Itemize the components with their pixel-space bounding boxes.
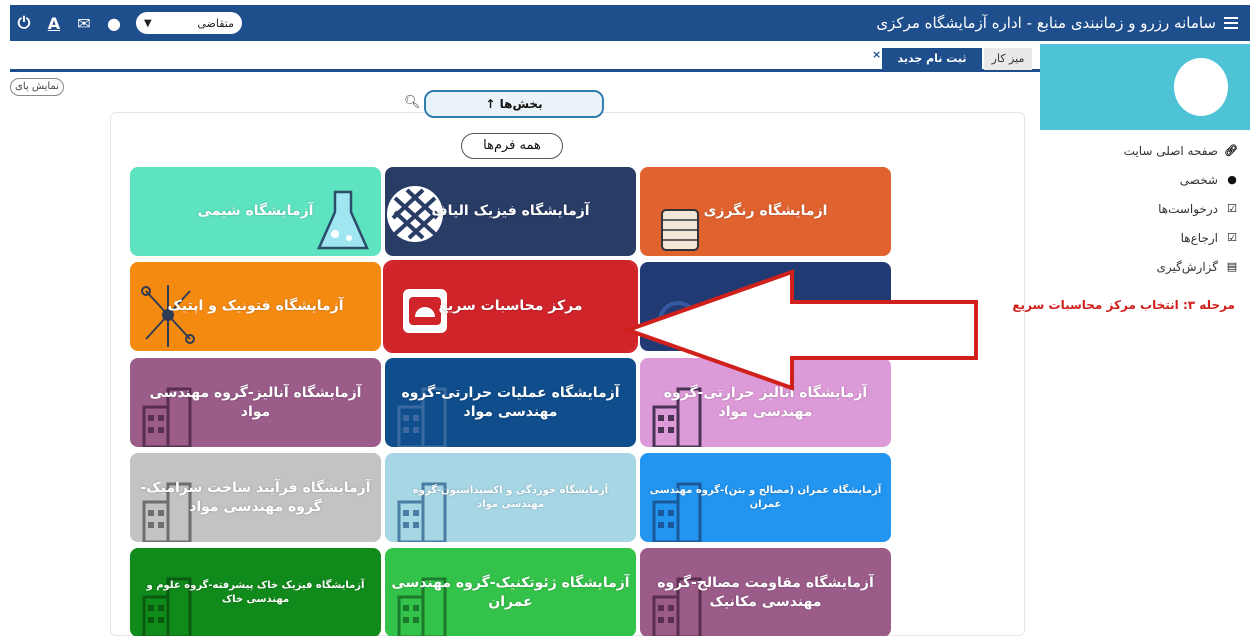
sections-button[interactable]: بخش‌ها ↑	[424, 90, 604, 118]
sidebar-item-referrals[interactable]: ☑ ارجاع‌ها	[1042, 223, 1242, 252]
app-title: سامانه رزرو و زمانبندی منابع - اداره آزم…	[876, 5, 1238, 41]
tile-label: آزمایشگاه فیزیک خاک پیشرفته-گروه علوم و …	[146, 580, 365, 605]
chevron-down-icon: ▼	[144, 17, 152, 29]
tile-label: آزمایشگاه شیمی	[197, 203, 314, 220]
tile-ceramics-lab[interactable]: آزمایشگاه فرآیند ساخت سرامیک-گروه مهندسی…	[130, 453, 381, 542]
tab-new-registration-label: ثبت نام جدید	[897, 52, 967, 65]
tile-corrosion-lab[interactable]: آزمایشگاه خوردگی و اکسیداسیون-گروه مهندس…	[385, 453, 636, 542]
sidebar-item-label: شخصی	[1179, 172, 1218, 187]
tile-chemistry-lab[interactable]: آزمایشگاه شیمی	[130, 167, 381, 256]
tab-desk[interactable]: میز کار	[984, 48, 1032, 70]
sidebar-item-personal[interactable]: ● شخصی	[1042, 165, 1242, 194]
flask-icon	[317, 190, 369, 250]
app-title-text: سامانه رزرو و زمانبندی منابع - اداره آزم…	[876, 14, 1216, 32]
tile-label: آزمایشگاه خوردگی و اکسیداسیون-گروه مهندس…	[412, 485, 609, 510]
sidebar-item-requests[interactable]: ☑ درخواست‌ها	[1042, 194, 1242, 223]
sidebar: 🔗︎ صفحه اصلی سایت ● شخصی ☑ درخواست‌ها ☑ …	[1040, 44, 1250, 636]
top-icons: ⏻ A ✉ ● متقاضی ▼	[16, 5, 242, 41]
tile-label: آزمایشگاه ژئوتکنیک-گروه مهندسی عمران	[391, 574, 630, 610]
sidebar-item-label: ارجاع‌ها	[1180, 230, 1218, 245]
check-icon: ☑	[1227, 231, 1237, 244]
sidebar-item-label: درخواست‌ها	[1158, 201, 1218, 216]
search-icon[interactable]: 🔍︎	[404, 95, 421, 110]
tile-soil-physics-lab[interactable]: آزمایشگاه فیزیک خاک پیشرفته-گروه علوم و …	[130, 548, 381, 636]
tile-civil-lab[interactable]: آزمایشگاه عمران (مصالح و بتن)-گروه مهندس…	[640, 453, 891, 542]
tile-label: آزمایشگاه عملیات حرارتی-گروه مهندسی مواد	[401, 384, 620, 420]
user-icon: ●	[1227, 173, 1237, 186]
tile-heat-treatment-lab[interactable]: آزمایشگاه عملیات حرارتی-گروه مهندسی مواد	[385, 358, 636, 447]
tab-new-registration[interactable]: ثبت نام جدید ×	[872, 48, 982, 70]
top-bar: ⏻ A ✉ ● متقاضی ▼ سامانه رزرو و زمانبندی …	[10, 5, 1250, 41]
user-icon[interactable]: ●	[106, 14, 122, 33]
app-window: ⏻ A ✉ ● متقاضی ▼ سامانه رزرو و زمانبندی …	[0, 0, 1250, 636]
link-icon: 🔗︎	[1224, 144, 1238, 157]
sidebar-item-label: صفحه اصلی سایت	[1123, 143, 1218, 158]
tile-label: مرکز محاسبات سریع	[438, 298, 583, 315]
power-icon[interactable]: ⏻	[16, 13, 32, 33]
sidebar-header	[1040, 44, 1250, 130]
tile-label: آزمایشگاه عمران (مصالح و بتن)-گروه مهندس…	[649, 485, 882, 510]
tile-label: آزمایشگاه فیزیک الیاف	[431, 203, 590, 220]
sidebar-item-label: گزارش‌گیری	[1156, 259, 1218, 274]
tile-fast-computing-center[interactable]: مرکز محاسبات سریع	[383, 260, 638, 353]
tile-geotechnics-lab[interactable]: آزمایشگاه ژئوتکنیک-گروه مهندسی عمران	[385, 548, 636, 636]
tile-label: ازمایشگاه رنگرزی	[703, 203, 828, 220]
tile-photonics-lab[interactable]: آزمایشگاه فتونیک و اپتیک	[130, 262, 381, 351]
tile-label: آزمایشگاه آنالیز-گروه مهندسی مواد	[149, 384, 362, 420]
tile-analysis-lab[interactable]: آزمایشگاه آنالیز-گروه مهندسی مواد	[130, 358, 381, 447]
tab-strip: میز کار ثبت نام جدید ×	[10, 44, 1040, 72]
tile-dyeing-lab[interactable]: ازمایشگاه رنگرزی	[640, 167, 891, 256]
sidebar-menu: 🔗︎ صفحه اصلی سایت ● شخصی ☑ درخواست‌ها ☑ …	[1042, 136, 1242, 281]
sidebar-item-home[interactable]: 🔗︎ صفحه اصلی سایت	[1042, 136, 1242, 165]
role-select-value: متقاضی	[197, 16, 234, 30]
spool-icon	[661, 209, 699, 251]
tile-strength-lab[interactable]: آزمایشگاه مقاومت مصالح-گروه مهندسی مکانی…	[640, 548, 891, 636]
step-annotation: مرحله ۳: انتخاب مرکز محاسبات سریع	[1012, 298, 1235, 312]
tab-desk-label: میز کار	[991, 52, 1025, 65]
show-button[interactable]: نمایش پای	[10, 78, 64, 96]
tile-label: آزمایشگاه فتونیک و اپتیک	[167, 298, 344, 315]
all-forms-button[interactable]: همه فرم‌ها	[461, 133, 563, 159]
role-select[interactable]: متقاضی ▼	[136, 12, 242, 34]
annotation-arrow	[622, 269, 978, 391]
check-icon: ☑	[1227, 202, 1237, 215]
tile-fiber-physics-lab[interactable]: آزمایشگاه فیزیک الیاف	[385, 167, 636, 256]
report-icon: ▤	[1226, 260, 1238, 273]
avatar	[1174, 58, 1228, 116]
menu-icon[interactable]	[1224, 17, 1238, 29]
tile-label: آزمایشگاه فرآیند ساخت سرامیک-گروه مهندسی…	[140, 479, 371, 515]
close-icon[interactable]: ×	[872, 44, 881, 66]
mail-icon[interactable]: ✉	[76, 14, 92, 33]
sidebar-item-reports[interactable]: ▤ گزارش‌گیری	[1042, 252, 1242, 281]
font-icon[interactable]: A	[46, 14, 62, 33]
tile-label: آزمایشگاه مقاومت مصالح-گروه مهندسی مکانی…	[657, 574, 874, 610]
